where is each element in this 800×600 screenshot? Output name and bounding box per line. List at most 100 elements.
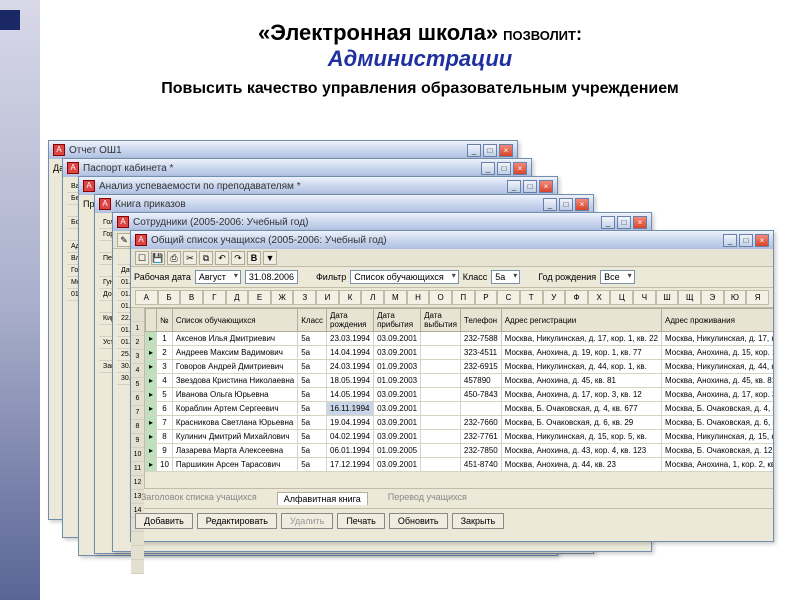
close-button[interactable]: × xyxy=(755,234,769,247)
cell[interactable]: Москва, Никулинская, д. 15, кор. 5, кв. xyxy=(501,430,661,444)
maximize-button[interactable]: □ xyxy=(483,144,497,157)
alpha-letter[interactable]: Е xyxy=(248,290,271,305)
cell[interactable]: Москва, Никулинская, д. 15, кор. 5, кв. xyxy=(661,430,773,444)
row-nav-cell[interactable] xyxy=(131,560,144,574)
alpha-letter[interactable]: У xyxy=(543,290,566,305)
cell[interactable]: 4 xyxy=(157,374,173,388)
titlebar[interactable]: A Анализ успеваемости по преподавателям … xyxy=(79,177,557,195)
minimize-button[interactable]: _ xyxy=(467,144,481,157)
cell[interactable] xyxy=(421,402,461,416)
titlebar[interactable]: A Отчет ОШ1 _ □ × xyxy=(49,141,517,159)
cell[interactable]: Паршикин Арсен Тарасович xyxy=(172,458,297,472)
cell[interactable]: 5 xyxy=(157,388,173,402)
cell[interactable]: 18.05.1994 xyxy=(327,374,374,388)
close-button[interactable]: × xyxy=(539,180,553,193)
column-header[interactable]: Дата выбытия xyxy=(421,309,461,332)
cell[interactable]: Москва, Анохина, 1, кор. 2, кв. xyxy=(661,458,773,472)
cell[interactable]: 03.09.2001 xyxy=(374,402,421,416)
cell[interactable]: Москва, Анохина, д. 17, кор. 3, кв. 12 xyxy=(661,388,773,402)
cell[interactable]: 5а xyxy=(298,346,327,360)
redo-icon[interactable]: ↷ xyxy=(231,251,245,265)
cell[interactable]: 8 xyxy=(157,430,173,444)
cell[interactable]: 232-7850 xyxy=(460,444,501,458)
grid-scroll[interactable]: №Список обучающихсяКлассДата рожденияДат… xyxy=(145,308,773,488)
cell[interactable]: 10 xyxy=(157,458,173,472)
alpha-letter[interactable]: Ж xyxy=(271,290,294,305)
cell[interactable]: Москва, Б. Очаковская, д. 4, кв. 677 xyxy=(501,402,661,416)
row-nav-cell[interactable]: 12 xyxy=(131,476,144,490)
print-icon[interactable]: ⎙ xyxy=(167,251,181,265)
cell[interactable]: 24.03.1994 xyxy=(327,360,374,374)
cell[interactable]: Кулинич Дмитрий Михайлович xyxy=(172,430,297,444)
cell[interactable]: ▸ xyxy=(146,416,157,430)
column-header[interactable]: Класс xyxy=(298,309,327,332)
cell[interactable]: Москва, Б. Очаковская, д. 4, кв. 677 xyxy=(661,402,773,416)
add-button[interactable]: Добавить xyxy=(135,513,193,529)
titlebar[interactable]: A Сотрудники (2005-2006: Учебный год) _ … xyxy=(113,213,651,231)
table-row[interactable]: ▸7Красникова Светлана Юрьевна5а19.04.199… xyxy=(146,416,774,430)
cell[interactable] xyxy=(421,458,461,472)
cell[interactable]: 451-8740 xyxy=(460,458,501,472)
column-header[interactable]: Дата рождения xyxy=(327,309,374,332)
row-nav-cell[interactable]: 11 xyxy=(131,462,144,476)
cell[interactable]: 01.09.2003 xyxy=(374,360,421,374)
delete-button[interactable]: Удалить xyxy=(281,513,333,529)
alpha-letter[interactable]: А xyxy=(135,290,158,305)
row-nav-cell[interactable]: 9 xyxy=(131,434,144,448)
table-row[interactable]: ▸5Иванова Ольга Юрьевна5а14.05.199403.09… xyxy=(146,388,774,402)
cell[interactable]: Андреев Максим Вадимович xyxy=(172,346,297,360)
cell[interactable]: 06.01.1994 xyxy=(327,444,374,458)
alpha-letter[interactable]: Д xyxy=(226,290,249,305)
maximize-button[interactable]: □ xyxy=(497,162,511,175)
cell[interactable] xyxy=(421,332,461,346)
table-row[interactable]: ▸9Лазарева Марта Алексеевна5а06.01.19940… xyxy=(146,444,774,458)
cell[interactable] xyxy=(421,360,461,374)
table-row[interactable]: ▸3Говоров Андрей Дмитриевич5а24.03.19940… xyxy=(146,360,774,374)
cell[interactable]: Москва, Анохина, д. 45, кв. 81 xyxy=(501,374,661,388)
cell[interactable]: 457890 xyxy=(460,374,501,388)
alpha-letter[interactable]: О xyxy=(429,290,452,305)
date-input[interactable]: 31.08.2006 xyxy=(245,270,298,284)
cell[interactable]: ▸ xyxy=(146,332,157,346)
table-row[interactable]: ▸1Аксенов Илья Дмитриевич5а23.03.199403.… xyxy=(146,332,774,346)
new-icon[interactable]: ☐ xyxy=(135,251,149,265)
cell[interactable]: 9 xyxy=(157,444,173,458)
close-button[interactable]: × xyxy=(633,216,647,229)
alpha-letter[interactable]: Ц xyxy=(610,290,633,305)
cell[interactable]: Москва, Никулинская, д. 44, кор. 1, кв. … xyxy=(661,360,773,374)
titlebar[interactable]: A Книга приказов _ □ × xyxy=(95,195,593,213)
alpha-letter[interactable]: Л xyxy=(361,290,384,305)
cell[interactable]: 2 xyxy=(157,346,173,360)
row-nav-cell[interactable]: 6 xyxy=(131,392,144,406)
row-navigator[interactable]: 1234567891011121314 xyxy=(131,308,145,488)
edit-button[interactable]: Редактировать xyxy=(197,513,277,529)
close-button[interactable]: Закрыть xyxy=(452,513,505,529)
alpha-letter[interactable]: Х xyxy=(588,290,611,305)
cell[interactable]: 23.03.1994 xyxy=(327,332,374,346)
cell[interactable]: 5а xyxy=(298,374,327,388)
row-nav-cell[interactable]: 7 xyxy=(131,406,144,420)
cell[interactable]: Иванова Ольга Юрьевна xyxy=(172,388,297,402)
tab-transfer[interactable]: Перевод учащихся xyxy=(388,492,467,505)
cell[interactable]: 323-4511 xyxy=(460,346,501,360)
cell[interactable]: 04.02.1994 xyxy=(327,430,374,444)
cell[interactable]: Москва, Анохина, д. 15, кор. 1, кв. 77 xyxy=(661,346,773,360)
row-nav-cell[interactable]: 3 xyxy=(131,350,144,364)
row-nav-cell[interactable] xyxy=(131,532,144,546)
cell[interactable]: ▸ xyxy=(146,346,157,360)
alpha-letter[interactable]: Ч xyxy=(633,290,656,305)
year-select[interactable]: Все xyxy=(600,270,635,284)
alpha-letter[interactable]: З xyxy=(293,290,316,305)
cell[interactable]: 01.09.2003 xyxy=(374,374,421,388)
cell[interactable]: 16.11.1994 xyxy=(327,402,374,416)
column-header[interactable]: Телефон xyxy=(460,309,501,332)
cell[interactable] xyxy=(460,402,501,416)
save-icon[interactable]: 💾 xyxy=(151,251,165,265)
cell[interactable]: Москва, Б. Очаковская, д. 6, кв. 29 xyxy=(501,416,661,430)
alpha-letter[interactable]: Г xyxy=(203,290,226,305)
cell[interactable]: 03.09.2001 xyxy=(374,458,421,472)
table-row[interactable]: ▸4Звездова Кристина Николаевна5а18.05.19… xyxy=(146,374,774,388)
row-nav-cell[interactable]: 4 xyxy=(131,364,144,378)
cell[interactable] xyxy=(421,346,461,360)
cell[interactable]: ▸ xyxy=(146,388,157,402)
